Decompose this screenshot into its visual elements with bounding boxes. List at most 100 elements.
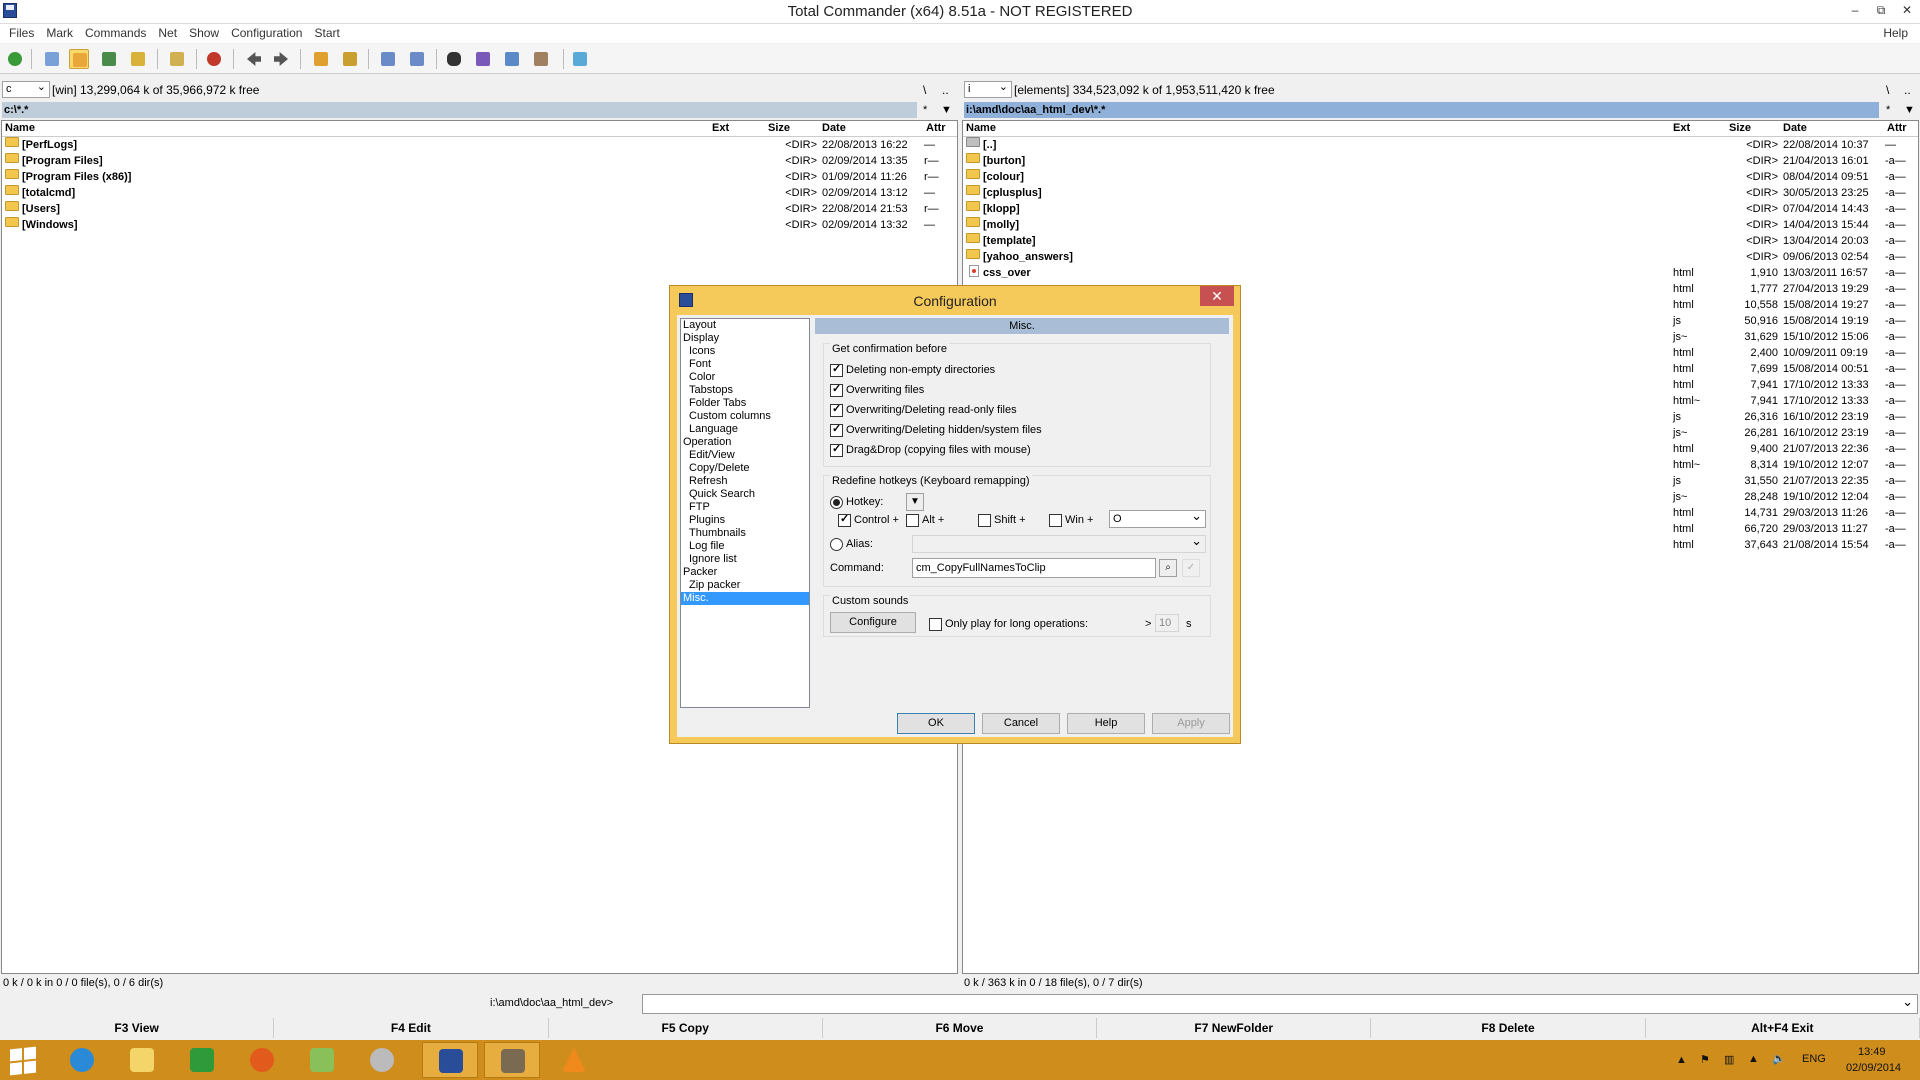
confirm-readonly-checkbox[interactable]: Overwriting/Deleting read-only files: [830, 403, 1017, 417]
network-icon[interactable]: ▥: [1724, 1053, 1734, 1080]
settings-tree[interactable]: Layout Display Icons Font Color Tabstops Folde…: [680, 318, 810, 708]
dialog-close-button[interactable]: ✕: [1200, 286, 1234, 306]
taskbar-media[interactable]: [354, 1042, 410, 1078]
table-row[interactable]: [PerfLogs] <DIR> 22/08/2013 16:22 —: [2, 137, 957, 153]
taskbar-totalcmd[interactable]: [422, 1042, 478, 1078]
hotkey-radio[interactable]: Hotkey:: [830, 496, 883, 509]
tree-item-edit-view[interactable]: Edit/View: [681, 449, 809, 462]
tree-item-misc[interactable]: Misc.: [681, 592, 809, 605]
back-arrow-icon[interactable]: [244, 49, 264, 69]
search-icon[interactable]: [444, 49, 464, 69]
tree-item-log-file[interactable]: Log file: [681, 540, 809, 553]
table-row[interactable]: [Users] <DIR> 22/08/2014 21:53 r—: [2, 201, 957, 217]
alias-radio[interactable]: Alias:: [830, 538, 873, 551]
f5-copy-button[interactable]: F5 Copy: [549, 1018, 823, 1038]
confirm-hidden-checkbox[interactable]: Overwriting/Deleting hidden/system files: [830, 423, 1042, 437]
tree-item-quick-search[interactable]: Quick Search: [681, 488, 809, 501]
multi-rename-icon[interactable]: [473, 49, 493, 69]
right-up-button[interactable]: ..: [1904, 83, 1911, 97]
minimize-button[interactable]: –: [1842, 0, 1868, 22]
command-search-icon[interactable]: ⌕: [1159, 559, 1177, 577]
menu-help[interactable]: Help: [1877, 24, 1914, 43]
menu-configuration[interactable]: Configuration: [225, 24, 308, 43]
left-col-ext[interactable]: Ext: [712, 122, 729, 134]
signal-icon[interactable]: ▲: [1748, 1053, 1759, 1080]
close-button[interactable]: ✕: [1894, 0, 1920, 22]
tree-item-language[interactable]: Language: [681, 423, 809, 436]
detailed-view-icon[interactable]: [69, 49, 89, 69]
clock-date[interactable]: 02/09/2014: [1846, 1062, 1901, 1080]
tree-item-zip-packer[interactable]: Zip packer: [681, 579, 809, 592]
restore-button[interactable]: ⧉: [1868, 0, 1894, 22]
tree-item-tabstops[interactable]: Tabstops: [681, 384, 809, 397]
confirm-dragdrop-checkbox[interactable]: Drag&Drop (copying files with mouse): [830, 443, 1031, 457]
right-root-button[interactable]: \: [1886, 83, 1889, 97]
table-row[interactable]: [Program Files] <DIR> 02/09/2014 13:35 r—: [2, 153, 957, 169]
table-row[interactable]: [colour] <DIR> 08/04/2014 09:51 -a—: [963, 169, 1918, 185]
tree-item-thumbnails[interactable]: Thumbnails: [681, 527, 809, 540]
right-drive-select[interactable]: i: [964, 80, 1012, 98]
command-field[interactable]: cm_CopyFullNamesToClip: [912, 558, 1156, 578]
configure-sounds-button[interactable]: Configure: [830, 612, 916, 633]
win-modifier-checkbox[interactable]: Win +: [1049, 514, 1093, 527]
table-row[interactable]: [..] <DIR> 22/08/2014 10:37 —: [963, 137, 1918, 153]
left-col-date[interactable]: Date: [822, 122, 846, 134]
alias-select[interactable]: [912, 535, 1206, 553]
ok-button[interactable]: OK: [897, 713, 975, 734]
table-row[interactable]: [yahoo_answers] <DIR> 09/06/2013 02:54 -a—: [963, 249, 1918, 265]
taskbar-firefox[interactable]: [234, 1042, 290, 1078]
alt-modifier-checkbox[interactable]: Alt +: [906, 514, 944, 527]
left-history-button[interactable]: *: [923, 104, 927, 116]
seconds-field[interactable]: 10: [1155, 614, 1179, 632]
table-row[interactable]: [totalcmd] <DIR> 02/09/2014 13:12 —: [2, 185, 957, 201]
menu-files[interactable]: Files: [3, 24, 40, 43]
shift-modifier-checkbox[interactable]: Shift +: [978, 514, 1026, 527]
taskbar-ie[interactable]: [54, 1042, 110, 1078]
table-row[interactable]: [burton] <DIR> 21/04/2013 16:01 -a—: [963, 153, 1918, 169]
menu-mark[interactable]: Mark: [40, 24, 79, 43]
hotkey-dropdown-button[interactable]: ▼: [906, 493, 924, 511]
volume-icon[interactable]: 🔈: [1772, 1052, 1786, 1080]
right-col-size[interactable]: Size: [1729, 122, 1751, 134]
notepad-icon[interactable]: [570, 49, 590, 69]
confirm-overwrite-checkbox[interactable]: Overwriting files: [830, 383, 924, 397]
f6-move-button[interactable]: F6 Move: [823, 1018, 1098, 1038]
invert-selection-icon[interactable]: [167, 49, 187, 69]
f4-edit-button[interactable]: F4 Edit: [274, 1018, 549, 1038]
sync-dirs-icon[interactable]: [502, 49, 522, 69]
tree-item-refresh[interactable]: Refresh: [681, 475, 809, 488]
altf4-exit-button[interactable]: Alt+F4 Exit: [1646, 1018, 1920, 1038]
right-hotlist-button[interactable]: ▼: [1904, 102, 1915, 118]
right-history-button[interactable]: *: [1886, 104, 1890, 116]
forward-arrow-icon[interactable]: [271, 49, 291, 69]
ftp-connect-icon[interactable]: [378, 49, 398, 69]
copy-names-icon[interactable]: [531, 49, 551, 69]
table-row[interactable]: [template] <DIR> 13/04/2014 20:03 -a—: [963, 233, 1918, 249]
taskbar-gimp[interactable]: [484, 1042, 540, 1078]
tree-item-color[interactable]: Color: [681, 371, 809, 384]
tree-view-icon[interactable]: [128, 49, 148, 69]
right-col-date[interactable]: Date: [1783, 122, 1807, 134]
left-path-bar[interactable]: c:\*.*: [2, 102, 917, 118]
tree-item-packer[interactable]: Packer: [681, 566, 809, 579]
refresh-icon[interactable]: [5, 49, 25, 69]
url-connect-icon[interactable]: [407, 49, 427, 69]
tree-item-icons[interactable]: Icons: [681, 345, 809, 358]
right-path-bar[interactable]: i:\amd\doc\aa_html_dev\*.*: [964, 102, 1879, 118]
unpack-files-icon[interactable]: [340, 49, 360, 69]
right-col-name[interactable]: Name: [966, 122, 996, 134]
long-operations-checkbox[interactable]: Only play for long operations:: [929, 618, 1088, 631]
pack-files-icon[interactable]: [311, 49, 331, 69]
taskbar-explorer[interactable]: [114, 1042, 170, 1078]
tree-item-font[interactable]: Font: [681, 358, 809, 371]
apply-button[interactable]: Apply: [1152, 713, 1230, 734]
left-col-size[interactable]: Size: [768, 122, 790, 134]
tree-item-folder-tabs[interactable]: Folder Tabs: [681, 397, 809, 410]
taskbar-vlc[interactable]: [546, 1042, 602, 1078]
tree-item-ignore-list[interactable]: Ignore list: [681, 553, 809, 566]
brief-view-icon[interactable]: [42, 49, 62, 69]
table-row[interactable]: css_over html 1,910 13/03/2011 16:57 -a—: [963, 265, 1918, 281]
thumbnails-icon[interactable]: [99, 49, 119, 69]
menu-commands[interactable]: Commands: [79, 24, 152, 43]
flag-icon[interactable]: ⚑: [1700, 1053, 1710, 1080]
